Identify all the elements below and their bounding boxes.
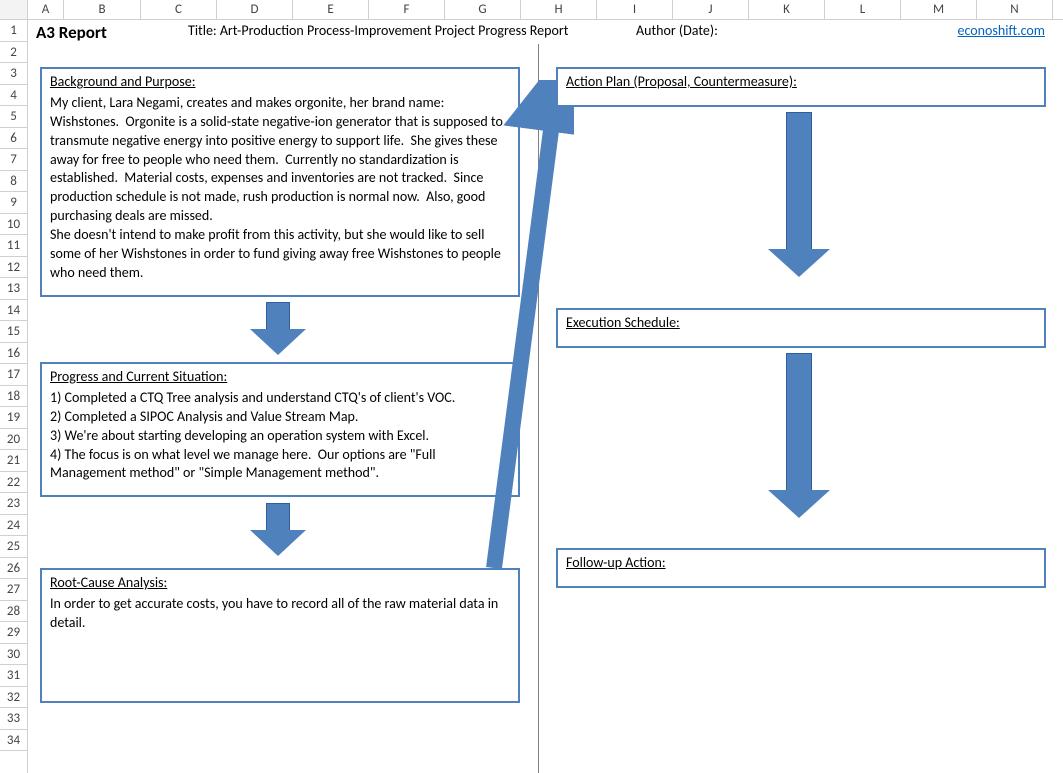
column-header[interactable]: L xyxy=(825,0,901,19)
row-header[interactable]: 8 xyxy=(0,171,27,193)
row-header[interactable]: 12 xyxy=(0,257,27,279)
row-header[interactable]: 5 xyxy=(0,106,27,128)
row-header[interactable]: 34 xyxy=(0,730,27,752)
row-header[interactable]: 6 xyxy=(0,128,27,150)
column-header[interactable]: B xyxy=(64,0,141,19)
column-header[interactable]: J xyxy=(673,0,749,19)
arrow-icon xyxy=(768,112,830,277)
arrow-icon xyxy=(250,503,306,555)
row-header[interactable]: 31 xyxy=(0,665,27,687)
execution-box: Execution Schedule: xyxy=(556,308,1046,348)
worksheet-area: A3 Report Title: Art-Production Process-… xyxy=(28,20,1063,773)
progress-box: Progress and Current Situation: 1) Compl… xyxy=(40,362,520,497)
row-header[interactable]: 10 xyxy=(0,214,27,236)
row-header[interactable]: 11 xyxy=(0,235,27,257)
progress-body: 1) Completed a CTQ Tree analysis and und… xyxy=(50,389,455,482)
row-header[interactable]: 18 xyxy=(0,386,27,408)
column-header[interactable]: N xyxy=(977,0,1053,19)
row-header[interactable]: 14 xyxy=(0,300,27,322)
followup-title: Follow-up Action: xyxy=(566,554,1036,573)
column-header[interactable]: K xyxy=(749,0,825,19)
rootcause-box: Root-Cause Analysis: In order to get acc… xyxy=(40,568,520,703)
column-header[interactable]: A xyxy=(28,0,64,19)
author-date-label: Author (Date): xyxy=(636,22,718,39)
row-header[interactable]: 15 xyxy=(0,321,27,343)
row-header[interactable]: 27 xyxy=(0,579,27,601)
row-header[interactable]: 7 xyxy=(0,149,27,171)
row-header[interactable]: 32 xyxy=(0,687,27,709)
column-headers: ABCDEFGHIJKLMN xyxy=(0,0,1063,20)
arrow-icon xyxy=(768,353,830,518)
action-plan-box: Action Plan (Proposal, Countermeasure): xyxy=(556,67,1046,107)
row-header[interactable]: 21 xyxy=(0,450,27,472)
report-title: A3 Report xyxy=(36,22,107,43)
row-header[interactable]: 26 xyxy=(0,558,27,580)
progress-title: Progress and Current Situation: xyxy=(50,368,510,387)
row-header[interactable]: 22 xyxy=(0,472,27,494)
background-title: Background and Purpose: xyxy=(50,73,510,92)
row-headers: 1234567891011121314151617181920212223242… xyxy=(0,20,28,773)
row-header[interactable]: 23 xyxy=(0,493,27,515)
rootcause-body: In order to get accurate costs, you have… xyxy=(50,595,501,631)
corner-cell xyxy=(0,0,28,19)
source-link[interactable]: econoshift.com xyxy=(958,22,1045,39)
column-header[interactable]: D xyxy=(217,0,293,19)
row-header[interactable]: 28 xyxy=(0,601,27,623)
column-header[interactable]: G xyxy=(445,0,521,19)
row-header[interactable]: 24 xyxy=(0,515,27,537)
row-header[interactable]: 3 xyxy=(0,63,27,85)
row-header[interactable]: 20 xyxy=(0,429,27,451)
column-header[interactable]: I xyxy=(597,0,673,19)
column-header[interactable]: M xyxy=(901,0,977,19)
rootcause-title: Root-Cause Analysis: xyxy=(50,574,510,593)
row-header[interactable]: 19 xyxy=(0,407,27,429)
execution-title: Execution Schedule: xyxy=(566,314,1036,333)
row-header[interactable]: 1 xyxy=(0,20,27,42)
row-header[interactable]: 30 xyxy=(0,644,27,666)
background-box: Background and Purpose: My client, Lara … xyxy=(40,67,520,297)
column-header[interactable]: F xyxy=(369,0,445,19)
row-header[interactable]: 16 xyxy=(0,343,27,365)
background-body: My client, Lara Negami, creates and make… xyxy=(50,94,506,281)
row-header[interactable]: 29 xyxy=(0,622,27,644)
row-header[interactable]: 17 xyxy=(0,364,27,386)
arrow-icon xyxy=(250,302,306,354)
row-header[interactable]: 2 xyxy=(0,42,27,64)
row-header[interactable]: 4 xyxy=(0,85,27,107)
report-title-label: Title: Art-Production Process-Improvemen… xyxy=(188,22,568,39)
action-plan-title: Action Plan (Proposal, Countermeasure): xyxy=(566,73,1036,92)
column-header[interactable]: E xyxy=(293,0,369,19)
followup-box: Follow-up Action: xyxy=(556,548,1046,588)
row-header[interactable]: 13 xyxy=(0,278,27,300)
center-divider xyxy=(538,44,539,773)
row-header[interactable]: 25 xyxy=(0,536,27,558)
column-header[interactable]: C xyxy=(141,0,217,19)
column-header[interactable]: H xyxy=(521,0,597,19)
row-header[interactable]: 33 xyxy=(0,708,27,730)
report-header: A3 Report Title: Art-Production Process-… xyxy=(36,22,1055,42)
row-header[interactable]: 9 xyxy=(0,192,27,214)
